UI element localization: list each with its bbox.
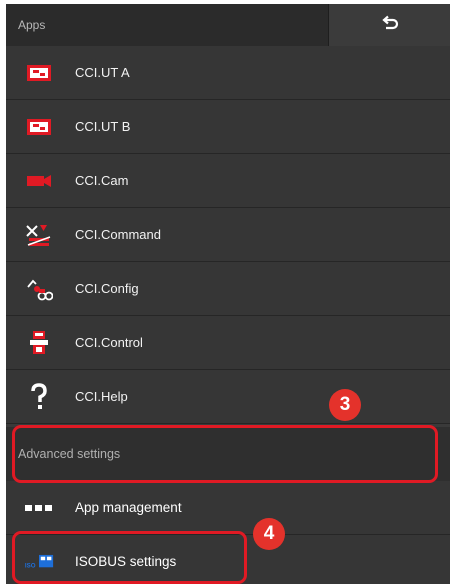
app-item-cci-config[interactable]: CCI.Config	[6, 262, 450, 316]
callout-number-4: 4	[253, 518, 285, 550]
config-icon	[24, 276, 54, 302]
app-management-label: App management	[75, 500, 182, 515]
app-item-cci-command[interactable]: CCI.Command	[6, 208, 450, 262]
isobus-icon: ISO	[24, 549, 54, 575]
isobus-settings-item[interactable]: ISO ISOBUS settings	[6, 535, 450, 584]
page-title: Apps	[18, 18, 46, 32]
app-label: CCI.Control	[75, 335, 143, 350]
advanced-settings-header[interactable]: Advanced settings	[6, 427, 450, 481]
app-label: CCI.UT B	[75, 119, 131, 134]
command-icon	[24, 222, 54, 248]
control-icon	[24, 330, 54, 356]
app-item-cci-ut-b[interactable]: CCI.UT B	[6, 100, 450, 154]
camera-icon	[24, 168, 54, 194]
isobus-icon-text: ISO	[25, 562, 36, 569]
app-label: CCI.Cam	[75, 173, 129, 188]
advanced-settings-title: Advanced settings	[18, 447, 121, 461]
apps-panel: Apps CCI.UT A CCI.UT B CCI.Cam CCI.Comma…	[6, 4, 450, 584]
app-label: CCI.UT A	[75, 65, 130, 80]
app-label: CCI.Help	[75, 389, 128, 404]
app-label: CCI.Command	[75, 227, 161, 242]
back-button[interactable]	[328, 4, 450, 46]
terminal-icon	[24, 60, 54, 86]
app-item-cci-help[interactable]: CCI.Help	[6, 370, 450, 424]
help-icon	[24, 383, 54, 410]
app-management-item[interactable]: App management	[6, 481, 450, 535]
app-item-cci-cam[interactable]: CCI.Cam	[6, 154, 450, 208]
app-management-icon	[24, 495, 54, 521]
app-item-cci-control[interactable]: CCI.Control	[6, 316, 450, 370]
terminal-icon	[24, 114, 54, 140]
app-label: CCI.Config	[75, 281, 139, 296]
app-item-cci-ut-a[interactable]: CCI.UT A	[6, 46, 450, 100]
apps-header: Apps	[6, 4, 450, 46]
callout-number-3: 3	[329, 389, 361, 421]
isobus-settings-label: ISOBUS settings	[75, 554, 177, 569]
back-arrow-icon	[381, 15, 399, 36]
